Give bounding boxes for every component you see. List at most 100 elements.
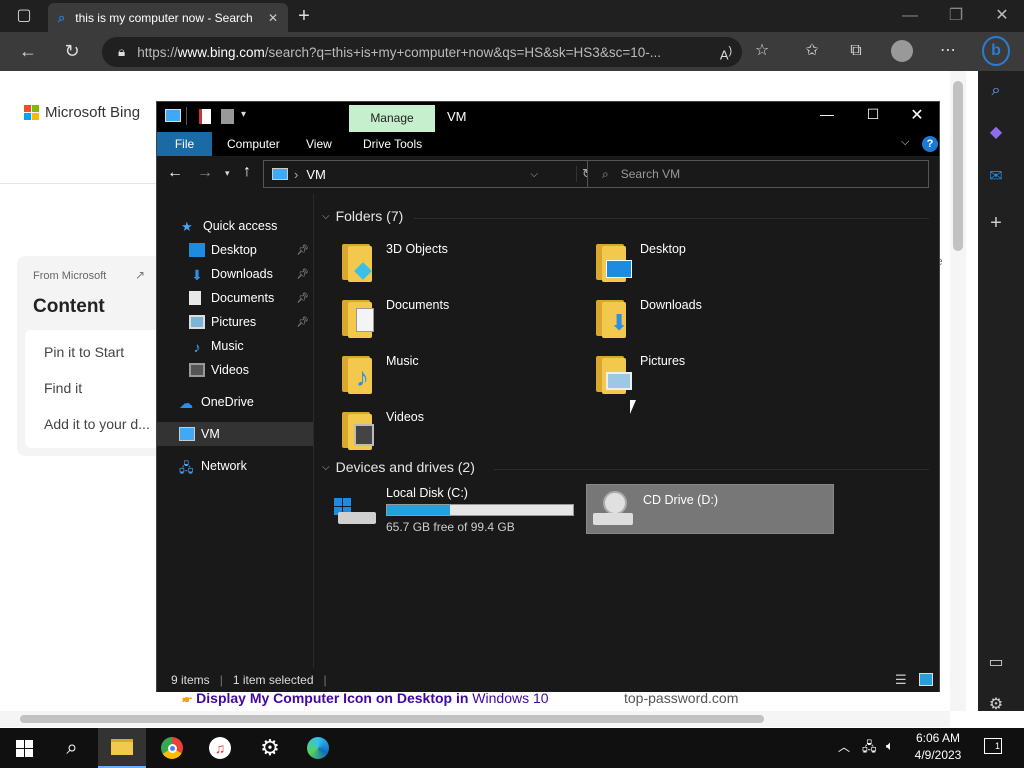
add-favorite-icon[interactable]: ☆ — [748, 39, 776, 63]
properties-icon[interactable] — [199, 109, 211, 124]
favorites-icon[interactable]: ✩ — [798, 39, 826, 63]
volume-icon[interactable]: 🔈︎ — [886, 738, 894, 754]
folder-name: Desktop — [640, 242, 686, 256]
explorer-address-bar[interactable]: › VM ⌵ ↻ — [263, 160, 603, 188]
network-status-icon[interactable]: 🖧︎ — [862, 738, 877, 760]
back-icon[interactable]: ← — [167, 164, 183, 182]
bing-logo[interactable]: Microsoft Bing — [24, 104, 140, 121]
settings-icon[interactable]: ⚙ — [982, 693, 1010, 717]
tab-view[interactable]: View — [306, 137, 332, 151]
microsoft-logo-icon — [24, 105, 39, 120]
card-item[interactable]: Pin it to Start — [44, 344, 124, 360]
nav-desktop[interactable]: Desktop 📌︎ — [157, 238, 313, 262]
drive-c[interactable]: Local Disk (C:) 65.7 GB free of 99.4 GB — [334, 484, 584, 534]
folder-music[interactable]: ♪ Music — [340, 350, 590, 400]
explorer-search-input[interactable]: ⌕ Search VM — [587, 160, 929, 188]
folder-desktop[interactable]: Desktop — [594, 238, 844, 288]
tab-computer[interactable]: Computer — [227, 137, 280, 151]
read-aloud-icon[interactable]: A) — [712, 39, 740, 63]
card-item[interactable]: Add it to your d... — [44, 416, 150, 432]
file-explorer-taskbar-icon[interactable] — [98, 728, 146, 768]
open-external-icon[interactable]: ↗ — [135, 268, 145, 282]
drive-free-text: 65.7 GB free of 99.4 GB — [386, 520, 515, 534]
shopping-icon[interactable]: ◆ — [982, 121, 1010, 145]
nav-music[interactable]: ♪ Music — [157, 334, 313, 358]
browser-tab[interactable]: ⌕ this is my computer now - Search ✕ — [48, 3, 288, 32]
folder-3d-objects[interactable]: 3D Objects — [340, 238, 590, 288]
edge-icon[interactable] — [294, 728, 342, 768]
new-tab-button[interactable]: + — [290, 4, 318, 28]
recent-locations-icon[interactable]: ▾ — [225, 168, 230, 179]
details-view-icon[interactable]: ☰ — [895, 672, 907, 688]
group-title: Folders (7) — [335, 208, 404, 224]
minimize-browser-icon[interactable]: — — [896, 4, 924, 28]
folder-pictures[interactable]: Pictures — [594, 350, 844, 400]
vertical-scroll-thumb[interactable] — [953, 81, 963, 251]
pin-icon: 📌︎ — [296, 292, 309, 304]
refresh-icon[interactable]: ↻ — [58, 39, 86, 63]
search-icon[interactable]: ⌕ — [48, 728, 96, 768]
expand-ribbon-icon[interactable]: ⌵ — [901, 136, 909, 149]
tab-drive-tools[interactable]: Drive Tools — [363, 137, 422, 151]
drives-group-header[interactable]: ⌵ Devices and drives (2) — [322, 459, 475, 475]
address-bar[interactable]: 🔒︎ https://www.bing.com/search?q=this+is… — [102, 37, 742, 67]
large-icons-view-icon[interactable] — [919, 673, 933, 686]
document-icon — [189, 291, 201, 305]
search-icon[interactable]: ⌕ — [982, 79, 1010, 103]
folders-group-header[interactable]: ⌵ Folders (7) — [322, 208, 403, 224]
horizontal-scrollbar[interactable] — [0, 711, 950, 727]
maximize-icon[interactable]: ☐ — [859, 106, 887, 123]
vertical-scrollbar[interactable] — [950, 71, 966, 711]
folder-videos[interactable]: Videos — [340, 406, 590, 456]
notifications-icon[interactable]: 1 — [984, 738, 1002, 754]
outlook-icon[interactable]: ✉ — [982, 165, 1010, 189]
nav-onedrive[interactable]: ☁ OneDrive — [157, 390, 313, 414]
settings-icon[interactable]: ⚙ — [246, 728, 294, 768]
start-button[interactable] — [0, 728, 48, 768]
nav-pictures[interactable]: Pictures 📌︎ — [157, 310, 313, 334]
minimize-icon[interactable]: — — [813, 106, 841, 122]
help-icon[interactable]: ? — [922, 136, 938, 152]
split-screen-icon[interactable]: ▭ — [982, 651, 1010, 675]
itunes-icon[interactable]: ♫ — [196, 728, 244, 768]
drive-d[interactable]: CD Drive (D:) — [586, 484, 834, 534]
chevron-down-icon: ⌵ — [322, 461, 330, 473]
horizontal-scroll-thumb[interactable] — [20, 715, 764, 723]
nav-downloads[interactable]: ⬇ Downloads 📌︎ — [157, 262, 313, 286]
nav-documents[interactable]: Documents 📌︎ — [157, 286, 313, 310]
url-domain: www.bing.com — [177, 44, 265, 60]
nav-label: Documents — [211, 291, 275, 305]
nav-vm[interactable]: VM — [157, 422, 313, 446]
tab-file[interactable]: File — [157, 132, 212, 156]
close-browser-icon[interactable]: ✕ — [988, 4, 1016, 28]
pin-icon: 📌︎ — [296, 316, 309, 328]
folder-documents[interactable]: Documents — [340, 294, 590, 344]
chrome-icon[interactable] — [148, 728, 196, 768]
show-hidden-icons-icon[interactable]: ︿ — [838, 738, 850, 755]
nav-network[interactable]: 🖧︎ Network — [157, 454, 313, 478]
back-icon[interactable]: ← — [14, 39, 42, 63]
close-icon[interactable]: ✕ — [903, 105, 931, 125]
manage-tab[interactable]: Manage — [349, 105, 435, 132]
chevron-down-icon[interactable]: ⌵ — [530, 169, 538, 180]
more-icon[interactable]: ⋯ — [934, 39, 962, 63]
folder-downloads[interactable]: ⬇ Downloads — [594, 294, 844, 344]
nav-quick-access[interactable]: ★ Quick access — [157, 214, 313, 238]
folder-icon: ⬇ — [594, 296, 628, 338]
customize-toolbar-icon[interactable]: ▾ — [241, 109, 246, 120]
collections-icon[interactable]: ⧉ — [842, 39, 870, 63]
nav-videos[interactable]: Videos — [157, 358, 313, 382]
card-item[interactable]: Find it — [44, 380, 82, 396]
restore-browser-icon[interactable]: ❐ — [942, 4, 970, 28]
close-tab-icon[interactable]: ✕ — [268, 11, 278, 25]
clock[interactable]: 6:06 AM 4/9/2023 — [904, 730, 972, 766]
explorer-titlebar: ▾ Manage VM — ☐ ✕ — [157, 102, 939, 132]
new-folder-icon[interactable] — [221, 109, 234, 124]
result-link[interactable]: 🖝︎ Display My Computer Icon on Desktop i… — [182, 690, 549, 707]
add-sidebar-app-icon[interactable]: + — [982, 211, 1010, 235]
bing-chat-icon[interactable]: b — [982, 36, 1010, 66]
forward-icon[interactable]: → — [197, 164, 213, 182]
tab-actions-icon[interactable]: ▢ — [10, 4, 38, 28]
up-icon[interactable]: ↑ — [243, 163, 251, 181]
profile-avatar[interactable] — [891, 40, 913, 62]
